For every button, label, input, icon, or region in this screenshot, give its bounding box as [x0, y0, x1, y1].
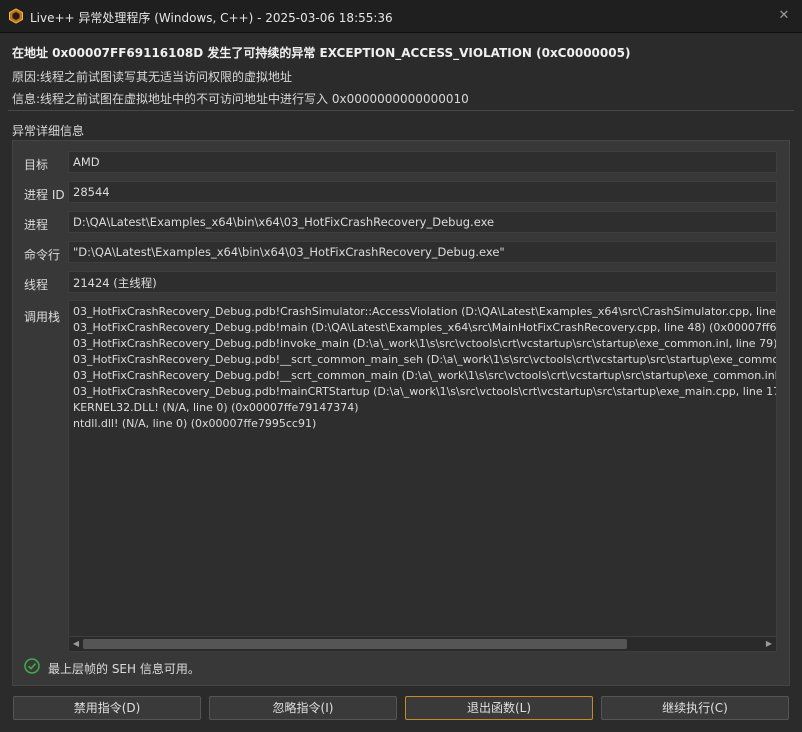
target-field[interactable]: AMD	[68, 151, 777, 173]
command-line-label: 命令行	[24, 248, 61, 262]
callstack-list[interactable]: 03_HotFixCrashRecovery_Debug.pdb!CrashSi…	[68, 300, 777, 636]
horizontal-scrollbar[interactable]: ◀ ▶	[68, 636, 777, 652]
target-label: 目标	[24, 158, 49, 172]
scroll-right-icon[interactable]: ▶	[762, 637, 776, 651]
callstack-frame[interactable]: ntdll.dll! (N/A, line 0) (0x00007ffe7995…	[73, 416, 772, 432]
callstack-label: 调用栈	[24, 310, 61, 324]
divider	[8, 110, 794, 111]
disable-instruction-button[interactable]: 禁用指令(D)	[13, 696, 201, 720]
leave-function-button[interactable]: 退出函数(L)	[405, 696, 593, 720]
process-id-field[interactable]: 28544	[68, 181, 777, 203]
callstack-frame[interactable]: 03_HotFixCrashRecovery_Debug.pdb!mainCRT…	[73, 384, 776, 400]
details-group-title: 异常详细信息	[12, 124, 85, 138]
check-circle-icon	[24, 658, 40, 674]
window-title: Live++ 异常处理程序 (Windows, C++) - 2025-03-0…	[30, 11, 393, 25]
exception-reason: 原因:线程之前试图读写其无适当访问权限的虚拟地址	[12, 70, 293, 84]
command-line-field[interactable]: "D:\QA\Latest\Examples_x64\bin\x64\03_Ho…	[68, 241, 777, 263]
live-plus-plus-logo-icon	[9, 8, 23, 24]
process-field[interactable]: D:\QA\Latest\Examples_x64\bin\x64\03_Hot…	[68, 211, 777, 233]
close-icon[interactable]: ✕	[774, 6, 794, 26]
title-bar: Live++ 异常处理程序 (Windows, C++) - 2025-03-0…	[0, 0, 802, 33]
exception-headline: 在地址 0x00007FF69116108D 发生了可持续的异常 EXCEPTI…	[12, 46, 631, 60]
scroll-thumb[interactable]	[83, 639, 627, 649]
callstack-frame[interactable]: 03_HotFixCrashRecovery_Debug.pdb!CrashSi…	[73, 304, 776, 320]
process-id-label: 进程 ID	[24, 188, 65, 202]
callstack-frame[interactable]: KERNEL32.DLL! (N/A, line 0) (0x00007ffe7…	[73, 400, 772, 416]
seh-status-text: 最上层帧的 SEH 信息可用。	[48, 662, 200, 676]
exception-info: 信息:线程之前试图在虚拟地址中的不可访问地址中进行写入 0x0000000000…	[12, 92, 469, 106]
callstack-frame[interactable]: 03_HotFixCrashRecovery_Debug.pdb!__scrt_…	[73, 368, 776, 384]
callstack-frame[interactable]: 03_HotFixCrashRecovery_Debug.pdb!invoke_…	[73, 336, 776, 352]
scroll-left-icon[interactable]: ◀	[69, 637, 83, 651]
thread-label: 线程	[24, 278, 49, 292]
ignore-instruction-button[interactable]: 忽略指令(I)	[209, 696, 397, 720]
thread-field[interactable]: 21424 (主线程)	[68, 271, 777, 293]
continue-execution-button[interactable]: 继续执行(C)	[601, 696, 789, 720]
process-label: 进程	[24, 218, 49, 232]
callstack-frame[interactable]: 03_HotFixCrashRecovery_Debug.pdb!__scrt_…	[73, 352, 776, 368]
callstack-frame[interactable]: 03_HotFixCrashRecovery_Debug.pdb!main (D…	[73, 320, 776, 336]
